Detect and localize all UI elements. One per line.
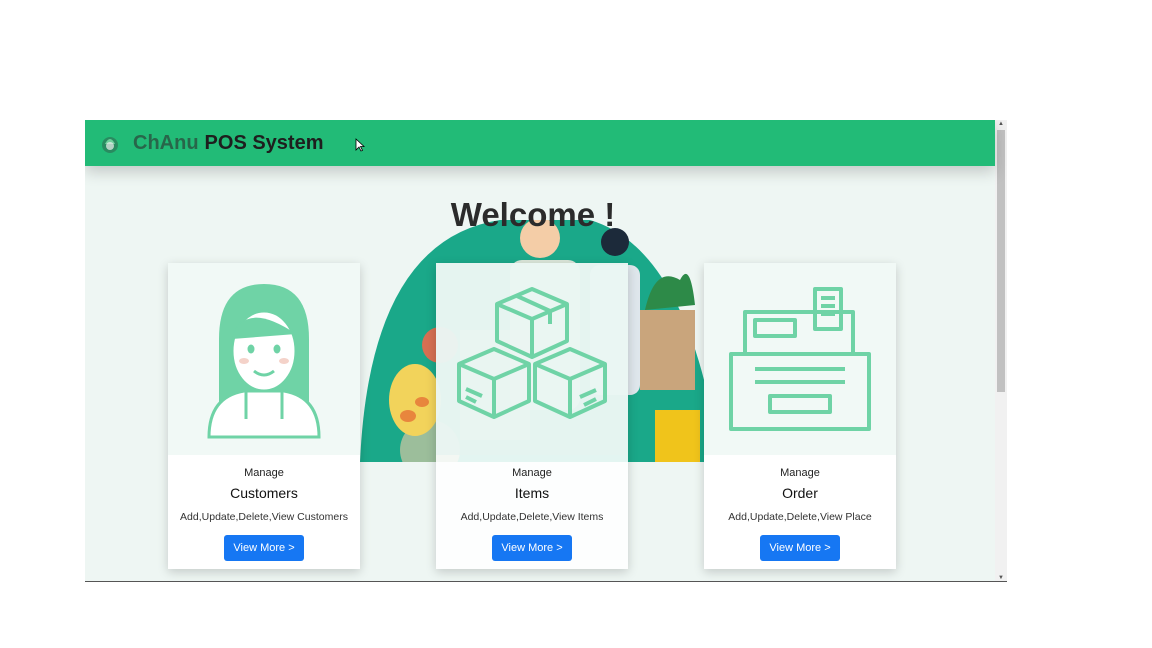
card-subtitle: Manage	[780, 467, 820, 479]
card-title: Order	[782, 485, 818, 501]
brand-name-rest[interactable]: POS System	[205, 132, 324, 155]
scrollbar-thumb[interactable]	[997, 130, 1005, 392]
logo-icon	[102, 137, 118, 153]
card-image	[168, 263, 360, 455]
scrollbar[interactable]: ▲ ▼	[995, 120, 1007, 581]
brand-name-first[interactable]: ChAnu	[133, 132, 199, 155]
welcome-heading: Welcome !	[450, 196, 616, 233]
card-title: Items	[514, 485, 550, 501]
items-view-more-button[interactable]: View More >	[492, 535, 572, 561]
card-description: Add,Update,Delete,View Items	[460, 511, 604, 523]
cash-register-icon	[729, 287, 871, 431]
card-subtitle: Manage	[244, 467, 284, 479]
boxes-icon	[457, 287, 607, 419]
items-card: Manage Items Add,Update,Delete,View Item…	[436, 263, 628, 569]
card-description: Add,Update,Delete,View Customers	[180, 511, 348, 523]
card-description: Add,Update,Delete,View Place	[728, 511, 872, 523]
mouse-cursor-icon	[355, 138, 365, 152]
customer-avatar-icon	[207, 284, 321, 439]
card-title: Customers	[230, 485, 298, 501]
card-image	[436, 263, 628, 455]
order-view-more-button[interactable]: View More >	[760, 535, 840, 561]
customers-card: Manage Customers Add,Update,Delete,View …	[168, 263, 360, 569]
card-image	[704, 263, 896, 455]
navbar: ChAnu POS System	[85, 120, 995, 166]
customers-view-more-button[interactable]: View More >	[224, 535, 304, 561]
scroll-up-icon[interactable]: ▲	[998, 121, 1004, 127]
order-card: Manage Order Add,Update,Delete,View Plac…	[704, 263, 896, 569]
scroll-down-icon[interactable]: ▼	[998, 575, 1004, 581]
card-subtitle: Manage	[512, 467, 552, 479]
page-viewport: ChAnu POS System Welcome ! Manage Custom…	[85, 120, 1007, 582]
